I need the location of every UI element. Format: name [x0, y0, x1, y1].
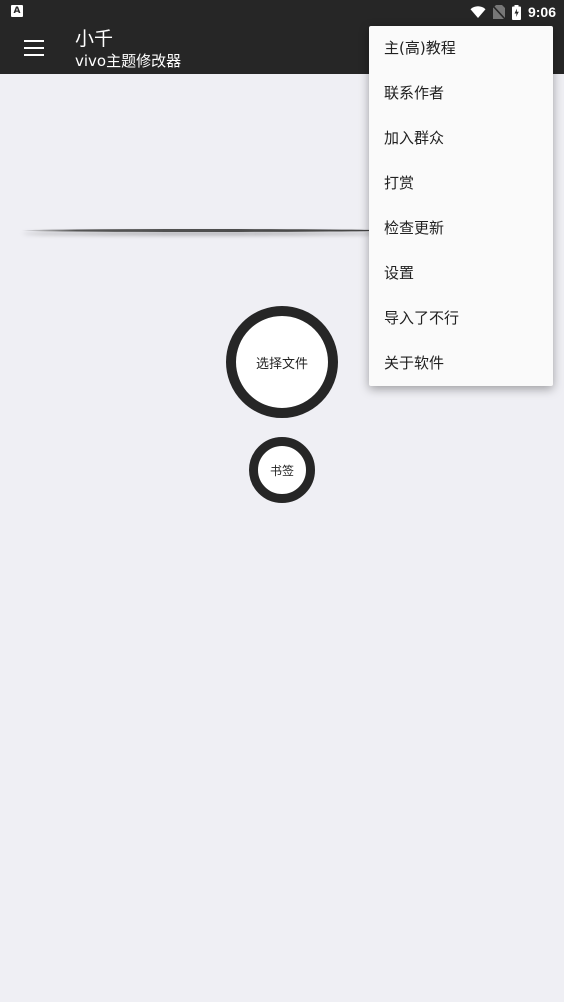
menu-item-settings[interactable]: 设置	[369, 251, 553, 296]
hamburger-menu-icon[interactable]	[24, 40, 44, 56]
notification-icon: A	[11, 5, 23, 17]
menu-item-import-failed[interactable]: 导入了不行	[369, 296, 553, 341]
status-icons: 9:06	[470, 0, 556, 24]
menu-item-tutorial[interactable]: 主(高)教程	[369, 26, 553, 71]
menu-item-contact-author[interactable]: 联系作者	[369, 71, 553, 116]
bookmark-label: 书签	[269, 463, 294, 478]
wifi-icon	[470, 5, 486, 18]
menu-item-about[interactable]: 关于软件	[369, 341, 553, 386]
select-file-button[interactable]: 选择文件	[226, 306, 338, 418]
clock: 9:06	[527, 4, 556, 20]
menu-item-join-group[interactable]: 加入群众	[369, 116, 553, 161]
no-sim-icon	[492, 5, 505, 19]
menu-item-check-update[interactable]: 检查更新	[369, 206, 553, 251]
overflow-menu: 主(高)教程 联系作者 加入群众 打赏 检查更新 设置 导入了不行 关于软件	[369, 26, 553, 386]
decorative-divider	[22, 229, 382, 232]
menu-item-donate[interactable]: 打赏	[369, 161, 553, 206]
app-subtitle: vivo主题修改器	[75, 52, 182, 70]
select-file-label: 选择文件	[255, 356, 308, 372]
battery-charging-icon	[511, 4, 521, 20]
app-title: 小千	[75, 28, 114, 50]
status-bar: A 9:06	[0, 0, 564, 24]
bookmark-button[interactable]: 书签	[249, 437, 315, 503]
